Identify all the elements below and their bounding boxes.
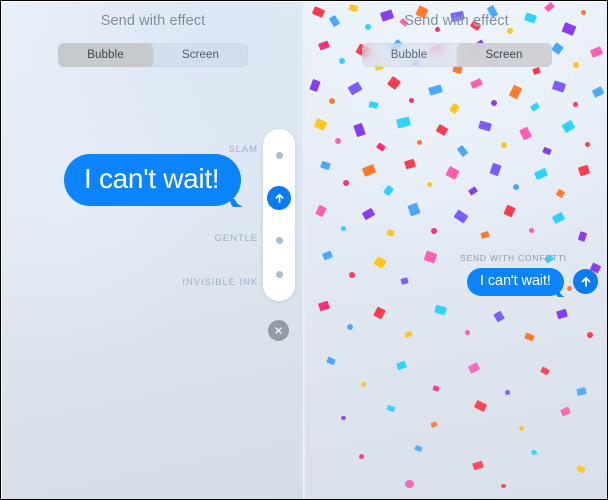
effect-label-invisible-ink[interactable]: INVISIBLE INK <box>182 277 258 288</box>
bubble-tail-icon <box>553 282 568 297</box>
picker-dot-1[interactable] <box>275 152 283 160</box>
panel-background <box>305 2 607 499</box>
panel-background <box>2 2 304 499</box>
tab-bubble[interactable]: Bubble <box>362 43 457 67</box>
send-button[interactable] <box>267 186 291 211</box>
panel-screen-effects: Send with effect Bubble Screen SEND WITH… <box>305 2 607 499</box>
send-button[interactable] <box>573 269 598 294</box>
effect-mode-segmented-control[interactable]: Bubble Screen <box>361 43 552 67</box>
picker-dot-3[interactable] <box>275 236 283 244</box>
message-bubble: I can't wait! <box>64 154 242 207</box>
page-title: Send with effect <box>100 13 206 29</box>
message-bubble-preview: I can't wait! <box>467 268 564 296</box>
bubble-tail-icon <box>225 185 247 207</box>
tab-bubble[interactable]: Bubble <box>58 43 153 67</box>
panel-divider <box>303 2 305 499</box>
message-text: I can't wait! <box>480 273 551 289</box>
message-bubble-preview: I can't wait! <box>64 154 242 207</box>
effect-picker-pill[interactable] <box>263 129 295 301</box>
panel-bubble-effects: Send with effect Bubble Screen SLAM GENT… <box>2 2 304 499</box>
message-bubble: I can't wait! <box>467 268 564 296</box>
picker-dot-4[interactable] <box>275 270 283 278</box>
effect-mode-segmented-control[interactable]: Bubble Screen <box>58 43 248 67</box>
message-text: I can't wait! <box>84 163 220 194</box>
close-button[interactable] <box>268 320 289 341</box>
effect-label-gentle[interactable]: GENTLE <box>215 233 258 244</box>
tab-screen[interactable]: Screen <box>153 43 248 67</box>
screenshot-root: Send with effect Bubble Screen SLAM GENT… <box>0 0 608 500</box>
page-title: Send with effect <box>404 13 509 29</box>
effect-caption-send-with-confetti: SEND WITH CONFETTI <box>460 253 567 263</box>
tab-screen[interactable]: Screen <box>456 43 552 67</box>
